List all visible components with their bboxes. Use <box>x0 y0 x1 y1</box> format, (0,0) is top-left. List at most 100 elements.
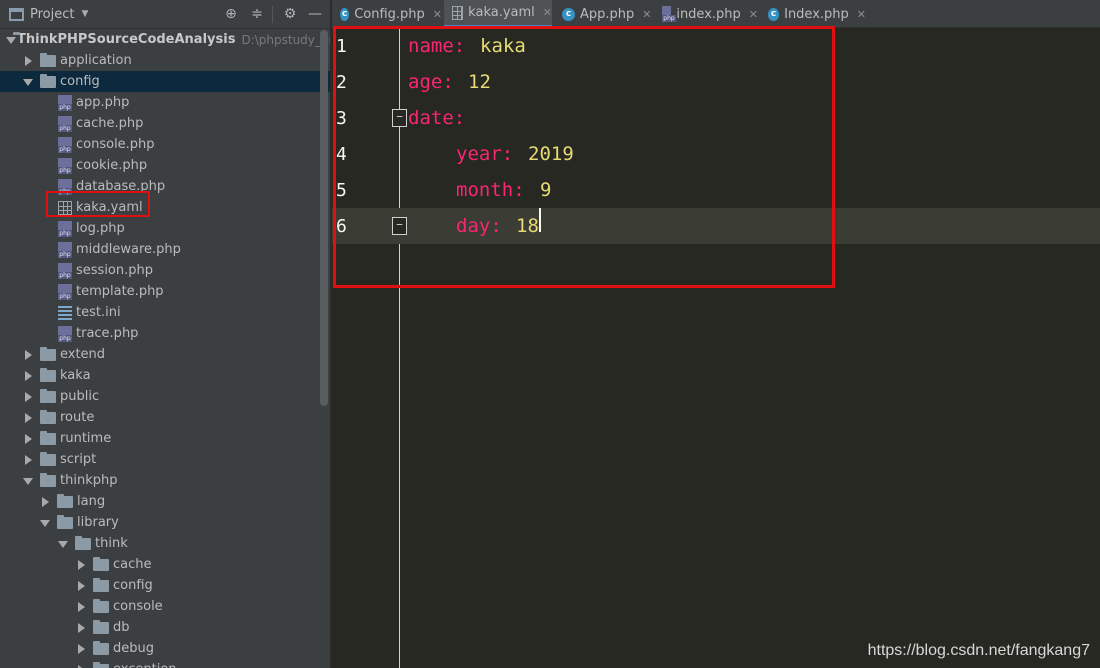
tree-item-label: cookie.php <box>76 158 148 173</box>
tree-file-trace-php[interactable]: trace.php <box>0 323 330 344</box>
expand-arrow-icon[interactable] <box>76 580 86 591</box>
tree-item-thinkphp[interactable]: thinkphp <box>0 470 330 491</box>
tree-item-think-console[interactable]: console <box>0 596 330 617</box>
folder-icon <box>93 640 109 655</box>
close-icon[interactable]: ✕ <box>642 8 651 21</box>
code-line[interactable]: 2 age: 12 <box>332 64 1100 100</box>
tab-index-php-class[interactable]: c Index.php ✕ <box>760 0 866 28</box>
tab-config-php[interactable]: c Config.php ✕ <box>332 0 442 28</box>
expand-arrow-icon[interactable] <box>76 559 86 570</box>
tree-item-label: library <box>77 515 119 530</box>
tree-item-route[interactable]: route <box>0 407 330 428</box>
tree-item-extend[interactable]: extend <box>0 344 330 365</box>
line-number: 3 <box>336 107 347 129</box>
minimize-icon[interactable]: — <box>307 6 323 22</box>
tree-file-kaka-yaml[interactable]: kaka.yaml <box>0 197 330 218</box>
expand-arrow-icon[interactable] <box>23 391 33 402</box>
tree-file-database-php[interactable]: database.php <box>0 176 330 197</box>
tree-file-cookie-php[interactable]: cookie.php <box>0 155 330 176</box>
php-file-icon <box>662 6 677 22</box>
close-icon[interactable]: ✕ <box>543 6 552 19</box>
locate-file-icon[interactable]: ⊕ <box>223 6 239 22</box>
tree-file-cache-php[interactable]: cache.php <box>0 113 330 134</box>
tree-item-label: cache.php <box>76 116 144 131</box>
tree-root-row[interactable]: ThinkPHPSourceCodeAnalysis D:\phpstudy_p… <box>0 29 331 50</box>
fold-end-icon[interactable]: − <box>392 217 407 235</box>
expand-arrow-icon[interactable] <box>40 518 50 528</box>
tree-item-label: database.php <box>76 179 166 194</box>
expand-arrow-icon[interactable] <box>23 370 33 381</box>
tab-kaka-yaml[interactable]: kaka.yaml ✕ <box>444 0 552 28</box>
tree-file-session-php[interactable]: session.php <box>0 260 330 281</box>
yaml-value: 9 <box>540 179 552 201</box>
expand-arrow-icon[interactable] <box>23 77 33 87</box>
tree-item-label: db <box>113 620 130 635</box>
folder-icon <box>93 577 109 592</box>
php-file-icon <box>58 157 72 174</box>
yaml-value: 2019 <box>528 143 574 165</box>
tree-item-think-config[interactable]: config <box>0 575 330 596</box>
close-icon[interactable]: ✕ <box>433 8 442 21</box>
yaml-value: kaka <box>480 35 526 57</box>
expand-arrow-icon[interactable] <box>23 433 33 444</box>
code-area[interactable]: 1 name: kaka 2 age: 12 3 − date: 4 year:… <box>332 26 1100 668</box>
tree-item-script[interactable]: script <box>0 449 330 470</box>
code-line[interactable]: 1 name: kaka <box>332 28 1100 64</box>
expand-arrow-icon[interactable] <box>76 622 86 633</box>
gear-icon[interactable]: ⚙ <box>282 6 298 22</box>
tree-item-config[interactable]: config <box>0 71 330 92</box>
tree-file-app-php[interactable]: app.php <box>0 92 330 113</box>
line-number: 4 <box>336 143 347 165</box>
tree-root-path: D:\phpstudy_pro <box>241 32 331 47</box>
php-file-icon <box>58 178 72 195</box>
expand-arrow-icon[interactable] <box>76 601 86 612</box>
tab-index-php[interactable]: index.php ✕ <box>654 0 758 28</box>
tree-item-label: script <box>60 452 97 467</box>
expand-arrow-icon[interactable] <box>23 55 33 66</box>
expand-arrow-icon[interactable] <box>23 412 33 423</box>
tree-file-log-php[interactable]: log.php <box>0 218 330 239</box>
expand-arrow-icon[interactable] <box>23 349 33 360</box>
expand-arrow-icon[interactable] <box>76 643 86 654</box>
collapse-all-icon[interactable]: ≑ <box>249 6 265 22</box>
expand-arrow-icon[interactable] <box>40 496 50 507</box>
tab-label: App.php <box>580 6 635 22</box>
tree-item-think[interactable]: think <box>0 533 330 554</box>
tree-file-console-php[interactable]: console.php <box>0 134 330 155</box>
tree-item-think-db[interactable]: db <box>0 617 330 638</box>
code-line-current[interactable]: 6 − day: 18 <box>332 208 1100 244</box>
tree-item-application[interactable]: application <box>0 50 330 71</box>
tree-item-think-cache[interactable]: cache <box>0 554 330 575</box>
tab-label: kaka.yaml <box>468 5 535 20</box>
tree-file-template-php[interactable]: template.php <box>0 281 330 302</box>
tree-item-public[interactable]: public <box>0 386 330 407</box>
tree-item-think-debug[interactable]: debug <box>0 638 330 659</box>
tree-file-test-ini[interactable]: test.ini <box>0 302 330 323</box>
tree-item-think-exception[interactable]: exception <box>0 659 330 668</box>
tree-item-runtime[interactable]: runtime <box>0 428 330 449</box>
tree-item-lang[interactable]: lang <box>0 491 330 512</box>
tab-app-php[interactable]: c App.php ✕ <box>554 0 652 28</box>
folder-icon <box>57 493 73 508</box>
project-tool-window: Project ▼ ⊕ ≑ ⚙ — ThinkPHPSourceCodeAnal… <box>0 0 331 668</box>
expand-arrow-icon[interactable] <box>23 454 33 465</box>
view-dropdown-chevron-icon[interactable]: ▼ <box>81 9 88 19</box>
project-panel-title[interactable]: Project <box>30 7 74 22</box>
tree-scrollbar[interactable] <box>320 30 328 406</box>
tree-item-library[interactable]: library <box>0 512 330 533</box>
yaml-key: year: <box>456 143 514 165</box>
tree-item-label: cache <box>113 557 152 572</box>
code-line[interactable]: 5 month: 9 <box>332 172 1100 208</box>
yaml-key: date: <box>408 107 466 129</box>
code-line[interactable]: 4 year: 2019 <box>332 136 1100 172</box>
fold-collapse-icon[interactable]: − <box>392 109 407 127</box>
tree-item-kaka[interactable]: kaka <box>0 365 330 386</box>
close-icon[interactable]: ✕ <box>857 8 866 21</box>
code-line[interactable]: 3 − date: <box>332 100 1100 136</box>
tree-file-middleware-php[interactable]: middleware.php <box>0 239 330 260</box>
expand-arrow-icon[interactable] <box>23 476 33 486</box>
expand-arrow-icon[interactable] <box>76 664 86 668</box>
tree-item-label: lang <box>77 494 106 509</box>
expand-arrow-icon[interactable] <box>58 539 68 549</box>
close-icon[interactable]: ✕ <box>749 8 758 21</box>
